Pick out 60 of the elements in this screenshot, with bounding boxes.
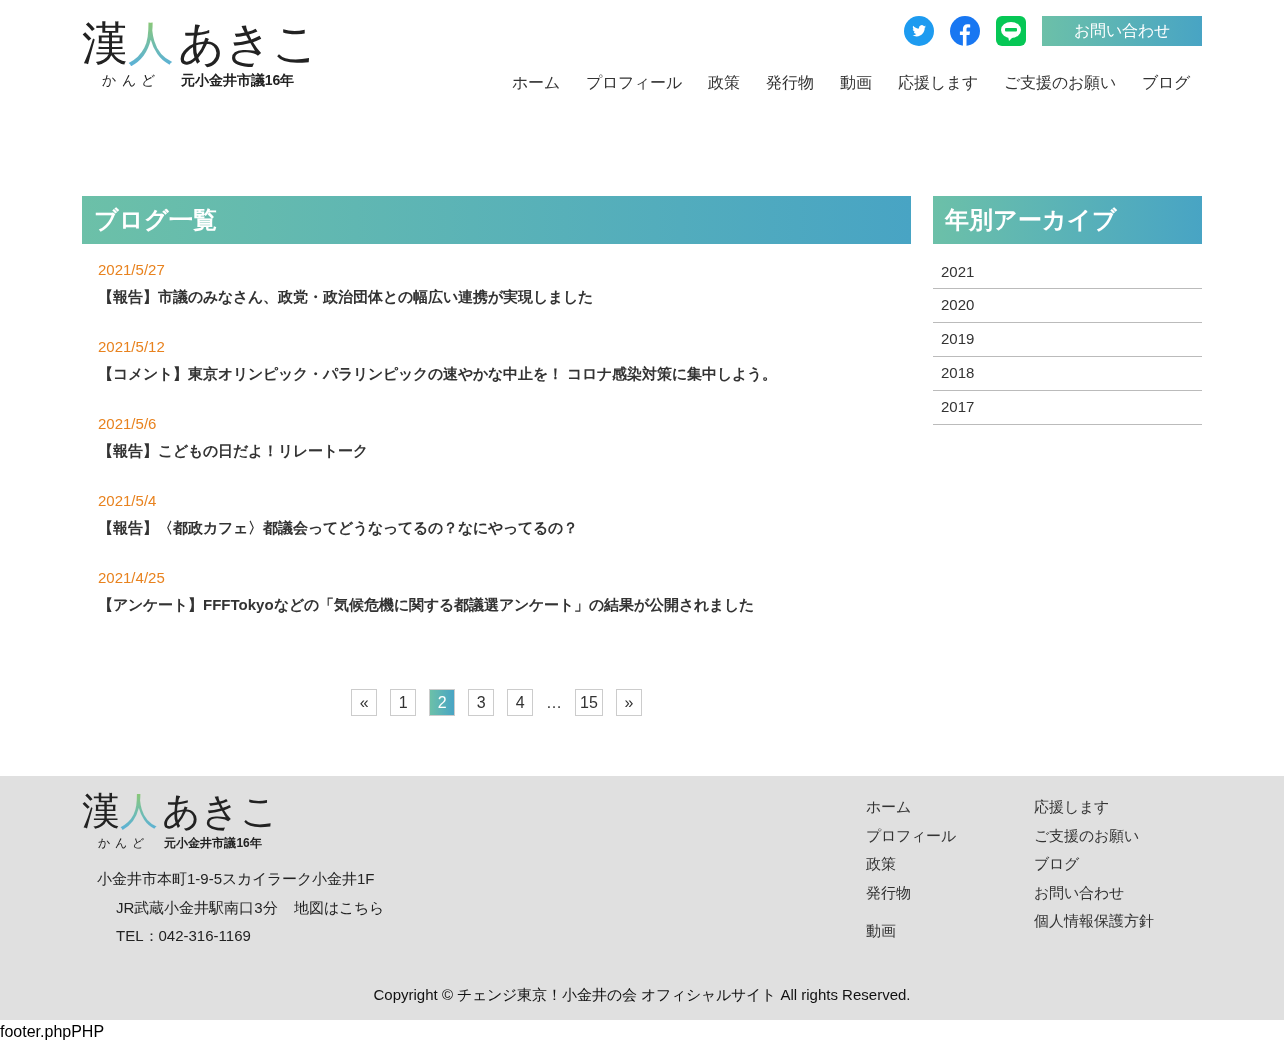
archive-year-link[interactable]: 2020 bbox=[933, 289, 1202, 323]
post-date: 2021/5/12 bbox=[98, 337, 166, 357]
footer-nav-link[interactable]: 個人情報保護方針 bbox=[1034, 910, 1202, 933]
post-date: 2021/5/6 bbox=[98, 414, 158, 434]
post-date: 2021/5/27 bbox=[98, 260, 166, 280]
logo-text: 漢 bbox=[82, 792, 120, 830]
page-link[interactable]: » bbox=[615, 689, 642, 716]
pagination-ellipsis: … bbox=[546, 692, 563, 713]
nav-link[interactable]: プロフィール bbox=[586, 71, 682, 95]
footer-nav-link[interactable]: 応援します bbox=[1034, 796, 1202, 819]
archive-year-link[interactable]: 2018 bbox=[933, 357, 1202, 391]
post-title-link[interactable]: 【アンケート】FFFTokyoなどの「気候危機に関する都議選アンケート」の結果が公開されました bbox=[98, 593, 895, 617]
nav-link[interactable]: ご支援のお願い bbox=[1004, 71, 1116, 95]
footer-nav-link[interactable]: ブログ bbox=[1034, 853, 1202, 876]
post-date: 2021/4/25 bbox=[98, 568, 166, 588]
archive-year-link[interactable]: 2017 bbox=[933, 391, 1202, 425]
logo-text: あきこ bbox=[162, 792, 279, 830]
archive-year-link[interactable]: 2021 bbox=[933, 256, 1202, 289]
post-title-link[interactable]: 【コメント】東京オリンピック・パラリンピックの速やかな中止を！ コロナ感染対策に集中しよう。 bbox=[98, 362, 895, 386]
post-title-link[interactable]: 【報告】〈都政カフェ〉都議会ってどうなってるの？なにやってるの？ bbox=[98, 516, 895, 540]
page-link[interactable]: 1 bbox=[390, 689, 417, 716]
footer-nav-link[interactable]: プロフィール bbox=[866, 824, 1034, 847]
nav-link[interactable]: 動画 bbox=[840, 71, 872, 95]
post-title-link[interactable]: 【報告】こどもの日だよ！リレートーク bbox=[98, 439, 895, 463]
nav-link[interactable]: ブログ bbox=[1142, 71, 1190, 95]
logo-reading: かんど bbox=[102, 71, 161, 90]
nav-link[interactable]: 応援します bbox=[898, 71, 978, 95]
page-link[interactable]: 3 bbox=[468, 689, 495, 716]
logo-subtitle: 元小金井市議16年 bbox=[164, 835, 262, 852]
footer-nav-link[interactable]: ご支援のお願い bbox=[1034, 824, 1202, 847]
footer-nav-link[interactable]: 政策 bbox=[866, 853, 1034, 876]
archive-heading: 年別アーカイブ bbox=[933, 196, 1202, 244]
page-link[interactable]: « bbox=[351, 689, 378, 716]
logo-text: あきこ bbox=[178, 20, 319, 66]
facebook-icon[interactable] bbox=[950, 16, 980, 46]
nav-link[interactable]: 政策 bbox=[708, 71, 740, 95]
footer-nav-link[interactable]: お問い合わせ bbox=[1034, 881, 1202, 904]
nav-link[interactable]: ホーム bbox=[512, 71, 560, 95]
footer-nav-link[interactable]: ホーム bbox=[866, 796, 1034, 819]
page-link[interactable]: 15 bbox=[575, 689, 603, 716]
logo-mark: 人 bbox=[128, 20, 174, 66]
copyright-text: Copyright © チェンジ東京！小金井の会 オフィシャルサイト All rights Reserved. bbox=[372, 984, 912, 1005]
post-date: 2021/5/4 bbox=[98, 491, 158, 511]
logo-subtitle: 元小金井市議16年 bbox=[180, 71, 295, 90]
post-title-link[interactable]: 【報告】市議のみなさん、政党・政治団体との幅広い連携が実現しました bbox=[98, 285, 895, 309]
page-link[interactable]: 4 bbox=[507, 689, 534, 716]
twitter-icon[interactable] bbox=[904, 16, 934, 46]
footer-nav-link[interactable]: 発行物 bbox=[866, 881, 1034, 904]
map-link[interactable]: 地図はこちら bbox=[293, 896, 384, 919]
debug-text: footer.phpPHP bbox=[0, 1022, 106, 1042]
logo-mark: 人 bbox=[120, 792, 158, 830]
archive-year-link[interactable]: 2019 bbox=[933, 323, 1202, 357]
logo-text: 漢 bbox=[82, 20, 128, 66]
section-heading: ブログ一覧 bbox=[82, 196, 911, 244]
nav-link[interactable]: 発行物 bbox=[766, 71, 814, 95]
footer-nav-link[interactable]: 動画 bbox=[866, 920, 1034, 943]
access-text: JR武蔵小金井駅南口3分 bbox=[116, 897, 278, 918]
address-text: 小金井市本町1-9-5スカイラーク小金井1F bbox=[97, 869, 376, 889]
logo-reading: かんど bbox=[98, 835, 149, 852]
tel-text: TEL：042-316-1169 bbox=[115, 926, 252, 946]
